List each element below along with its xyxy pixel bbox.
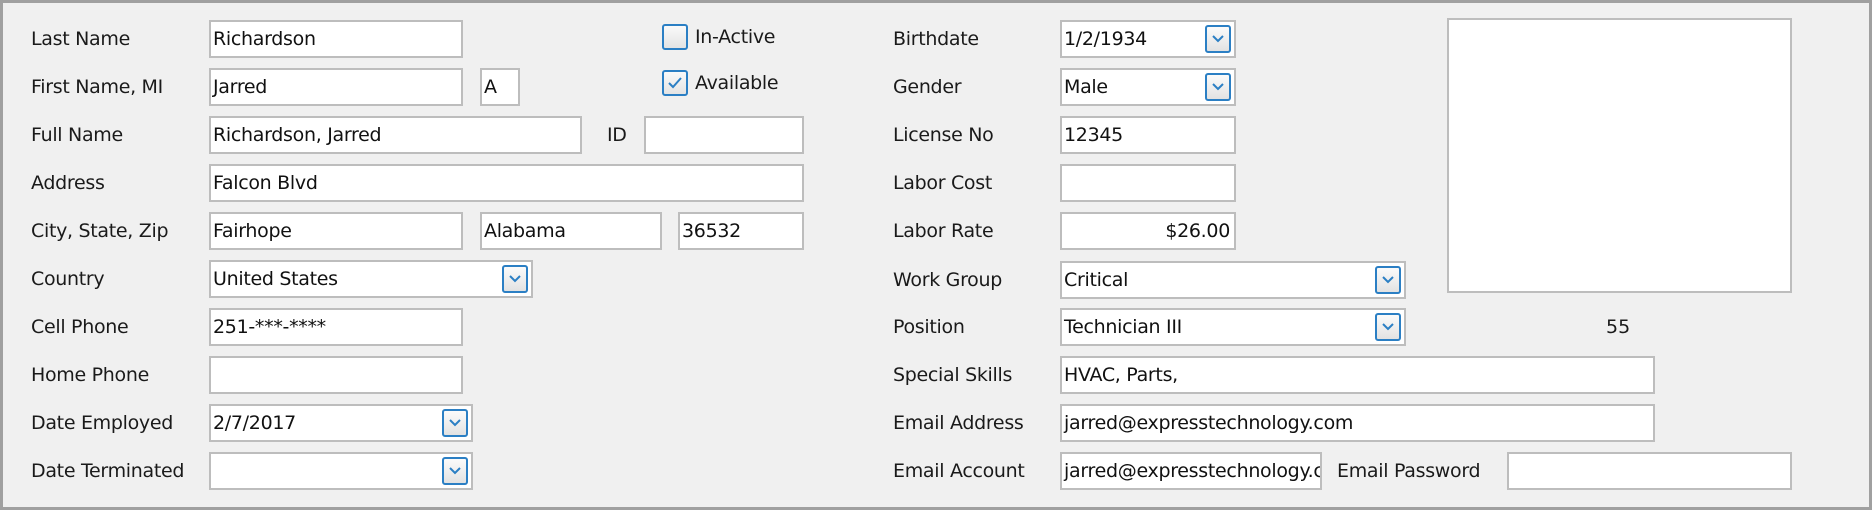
position-value: Technician III — [1064, 316, 1182, 338]
special-skills-field[interactable]: HVAC, Parts, — [1060, 356, 1655, 394]
date-terminated-picker[interactable] — [209, 452, 473, 490]
date-employed-label: Date Employed — [31, 412, 174, 434]
cell-phone-label: Cell Phone — [31, 316, 129, 338]
home-phone-field[interactable] — [209, 356, 463, 394]
date-terminated-label: Date Terminated — [31, 460, 185, 482]
inactive-checkbox[interactable] — [662, 24, 688, 50]
chevron-down-icon — [1212, 83, 1224, 91]
email-password-field[interactable] — [1507, 452, 1792, 490]
work-group-dropdown-button[interactable] — [1375, 266, 1401, 294]
license-no-label: License No — [893, 124, 994, 146]
cell-phone-field[interactable]: 251-***-**** — [209, 308, 463, 346]
birthdate-value: 1/2/1934 — [1064, 28, 1147, 50]
country-dropdown-button[interactable] — [502, 265, 528, 293]
birthdate-label: Birthdate — [893, 28, 979, 50]
gender-select[interactable]: Male — [1060, 68, 1236, 106]
license-no-field[interactable]: 12345 — [1060, 116, 1236, 154]
work-group-select[interactable]: Critical — [1060, 261, 1406, 299]
address-field[interactable]: Falcon Blvd — [209, 164, 804, 202]
first-name-label: First Name, MI — [31, 76, 163, 98]
id-field[interactable] — [644, 116, 804, 154]
date-employed-picker[interactable]: 2/7/2017 — [209, 404, 473, 442]
available-label: Available — [695, 72, 779, 94]
gender-value: Male — [1064, 76, 1108, 98]
state-field[interactable]: Alabama — [480, 212, 662, 250]
email-account-field[interactable]: jarred@expresstechnology.com — [1060, 452, 1322, 490]
position-dropdown-button[interactable] — [1375, 313, 1401, 341]
labor-rate-field[interactable]: $26.00 — [1060, 212, 1236, 250]
work-group-label: Work Group — [893, 269, 1002, 291]
checkmark-icon — [668, 77, 682, 89]
work-group-value: Critical — [1064, 269, 1129, 291]
country-label: Country — [31, 268, 105, 290]
last-name-label: Last Name — [31, 28, 130, 50]
position-label: Position — [893, 316, 965, 338]
email-account-label: Email Account — [893, 460, 1025, 482]
email-address-label: Email Address — [893, 412, 1024, 434]
city-state-zip-label: City, State, Zip — [31, 220, 169, 242]
full-name-label: Full Name — [31, 124, 123, 146]
gender-dropdown-button[interactable] — [1205, 73, 1231, 101]
chevron-down-icon — [449, 467, 461, 475]
first-name-field[interactable]: Jarred — [209, 68, 463, 106]
city-field[interactable]: Fairhope — [209, 212, 463, 250]
middle-initial-field[interactable]: A — [480, 68, 520, 106]
chevron-down-icon — [1382, 276, 1394, 284]
chevron-down-icon — [1382, 323, 1394, 331]
position-select[interactable]: Technician III — [1060, 308, 1406, 346]
email-password-label: Email Password — [1337, 460, 1481, 482]
country-value: United States — [213, 268, 338, 290]
chevron-down-icon — [449, 419, 461, 427]
date-terminated-dropdown-button[interactable] — [442, 457, 468, 485]
gender-label: Gender — [893, 76, 962, 98]
date-employed-value: 2/7/2017 — [213, 412, 296, 434]
employee-photo[interactable] — [1447, 18, 1792, 293]
last-name-field[interactable]: Richardson — [209, 20, 463, 58]
labor-cost-label: Labor Cost — [893, 172, 993, 194]
full-name-field[interactable]: Richardson, Jarred — [209, 116, 582, 154]
date-employed-dropdown-button[interactable] — [442, 409, 468, 437]
labor-cost-field[interactable] — [1060, 164, 1236, 202]
home-phone-label: Home Phone — [31, 364, 150, 386]
labor-rate-label: Labor Rate — [893, 220, 994, 242]
zip-field[interactable]: 36532 — [678, 212, 804, 250]
available-checkbox[interactable] — [662, 70, 688, 96]
id-label: ID — [607, 124, 627, 146]
chevron-down-icon — [1212, 35, 1224, 43]
birthdate-dropdown-button[interactable] — [1205, 25, 1231, 53]
inactive-label: In-Active — [695, 26, 776, 48]
email-address-field[interactable]: jarred@expresstechnology.com — [1060, 404, 1655, 442]
chevron-down-icon — [509, 275, 521, 283]
country-select[interactable]: United States — [209, 260, 533, 298]
special-skills-label: Special Skills — [893, 364, 1013, 386]
birthdate-picker[interactable]: 1/2/1934 — [1060, 20, 1236, 58]
photo-counter: 55 — [1606, 316, 1631, 338]
address-label: Address — [31, 172, 105, 194]
